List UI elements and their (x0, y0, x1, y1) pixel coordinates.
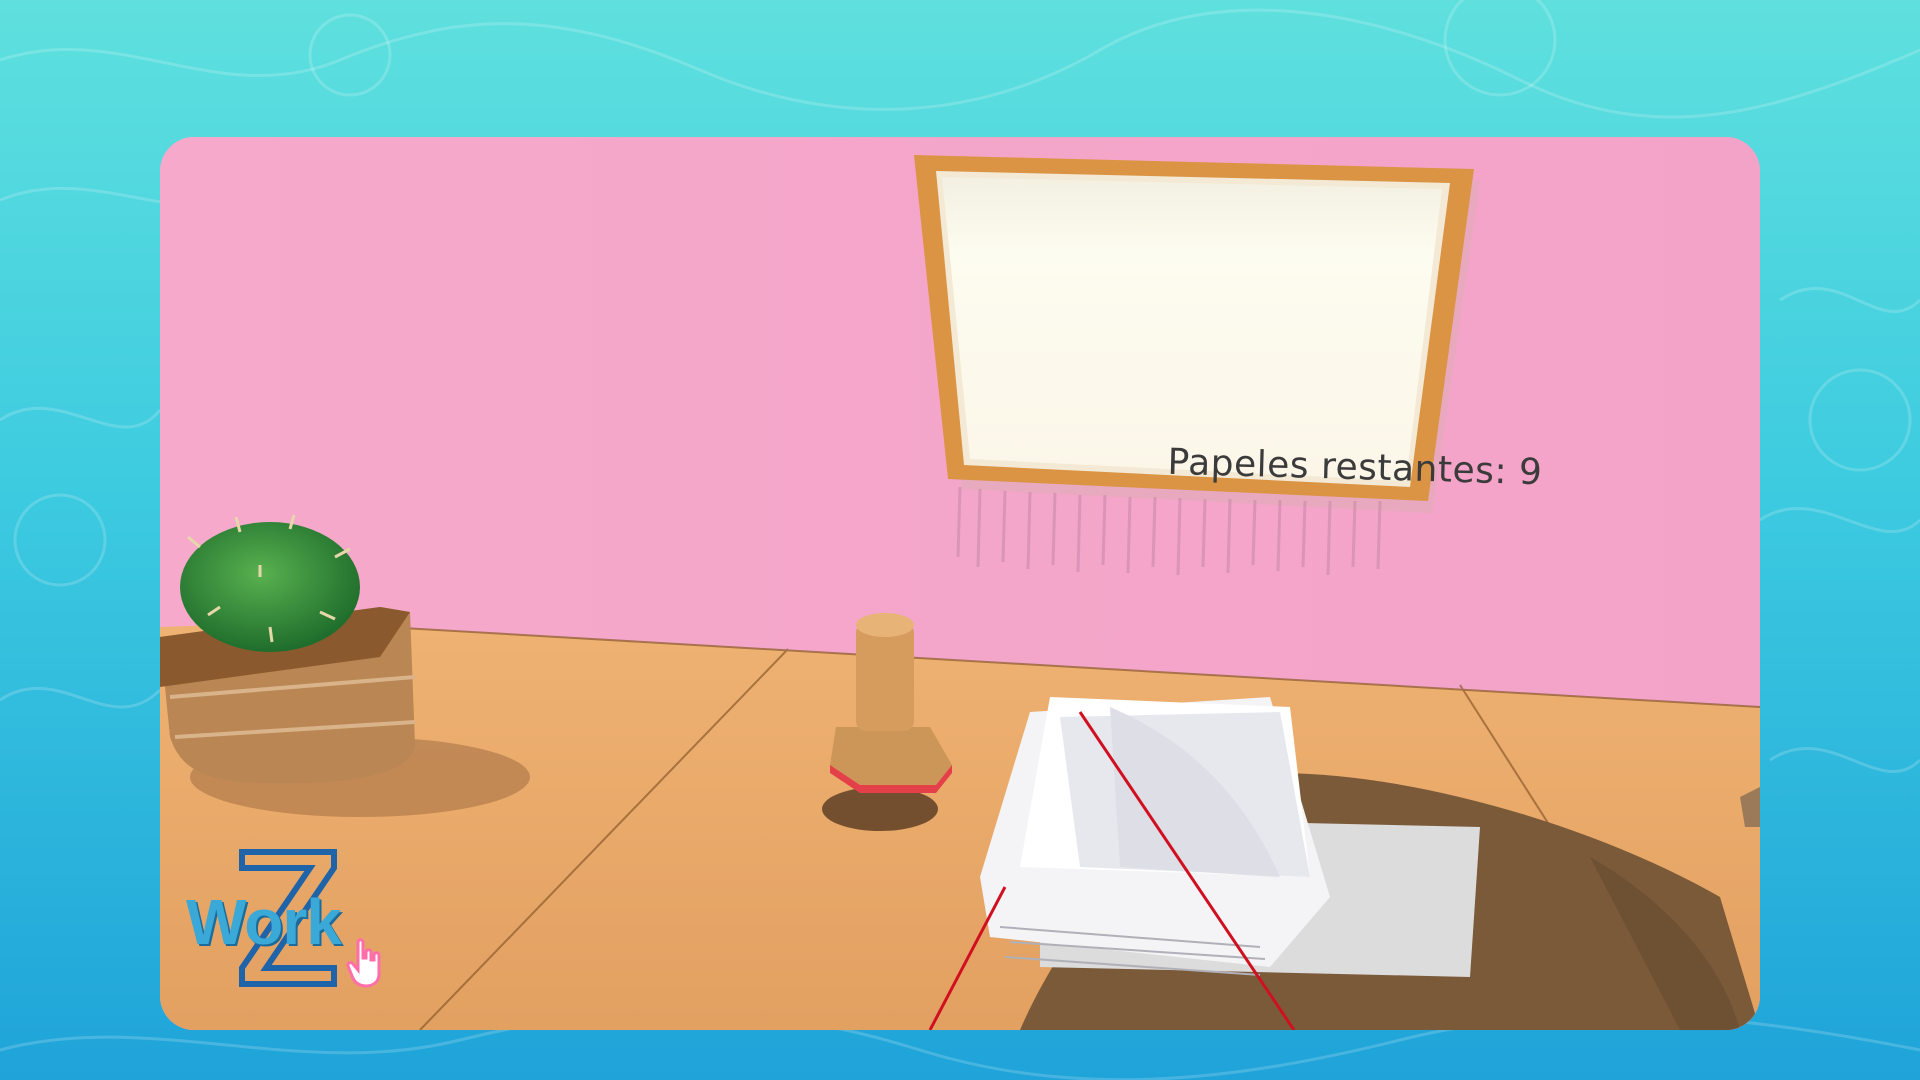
app-logo: Work (186, 838, 396, 998)
logo-wordmark: Work (186, 886, 342, 958)
game-viewport[interactable]: Papeles restantes: 9 (160, 137, 1760, 1030)
board-paper (942, 177, 1442, 481)
scene-3d (160, 137, 1760, 1030)
hand-pointer-icon (346, 938, 381, 988)
